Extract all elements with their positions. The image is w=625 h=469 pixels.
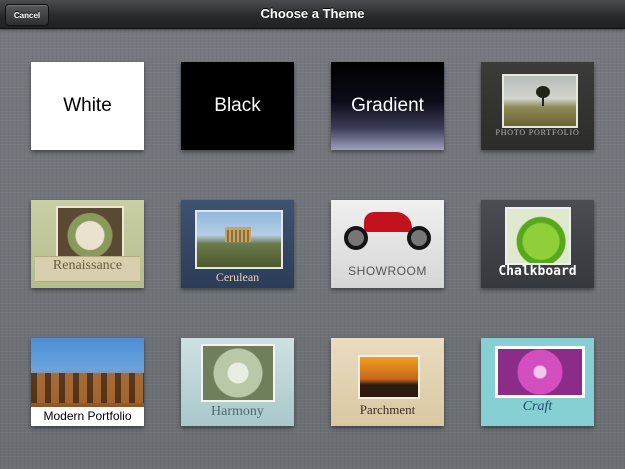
theme-label: SHOWROOM	[348, 264, 427, 278]
temple-icon	[225, 227, 251, 242]
theme-preview-image	[502, 74, 578, 128]
theme-preview-image	[56, 206, 124, 260]
theme-tile-harmony[interactable]: Harmony	[181, 338, 294, 426]
theme-tile-showroom[interactable]: SHOWROOM	[331, 200, 444, 288]
theme-label: Gradient	[351, 95, 424, 116]
theme-preview-image	[358, 355, 420, 399]
theme-preview-image	[495, 346, 585, 398]
wheel-icon	[344, 226, 368, 250]
colosseum-image	[31, 373, 144, 403]
theme-label: Cerulean	[215, 270, 260, 284]
theme-label: Black	[214, 95, 261, 116]
theme-tile-black[interactable]: Black	[181, 62, 294, 150]
theme-label: Craft	[522, 399, 553, 414]
theme-label: Modern Portfolio	[43, 409, 132, 423]
theme-tile-cerulean[interactable]: Cerulean	[181, 200, 294, 288]
theme-tile-white[interactable]: White	[31, 62, 144, 150]
navigation-bar: Cancel Choose a Theme	[0, 0, 625, 29]
wheel-icon	[407, 226, 431, 250]
theme-preview-image	[505, 207, 571, 265]
theme-tile-photo-portfolio[interactable]: PHOTO PORTFOLIO	[481, 62, 594, 150]
theme-tile-parchment[interactable]: Parchment	[331, 338, 444, 426]
theme-tile-modern-portfolio[interactable]: Modern Portfolio	[31, 338, 144, 426]
page-title: Choose a Theme	[260, 6, 365, 21]
theme-tile-renaissance[interactable]: Renaissance	[31, 200, 144, 288]
theme-label: Renaissance	[52, 258, 123, 273]
theme-label: Parchment	[359, 402, 416, 417]
theme-tile-craft[interactable]: Craft	[481, 338, 594, 426]
theme-tile-chalkboard[interactable]: Chalkboard	[481, 200, 594, 288]
theme-label: Harmony	[211, 404, 264, 419]
theme-preview-image	[195, 210, 283, 269]
theme-label: PHOTO PORTFOLIO	[495, 128, 580, 137]
theme-tile-gradient[interactable]: Gradient	[331, 62, 444, 150]
theme-label: Chalkboard	[498, 264, 577, 279]
theme-preview-image	[201, 344, 275, 402]
motorcycle-icon	[364, 212, 412, 232]
theme-label: White	[63, 95, 112, 116]
